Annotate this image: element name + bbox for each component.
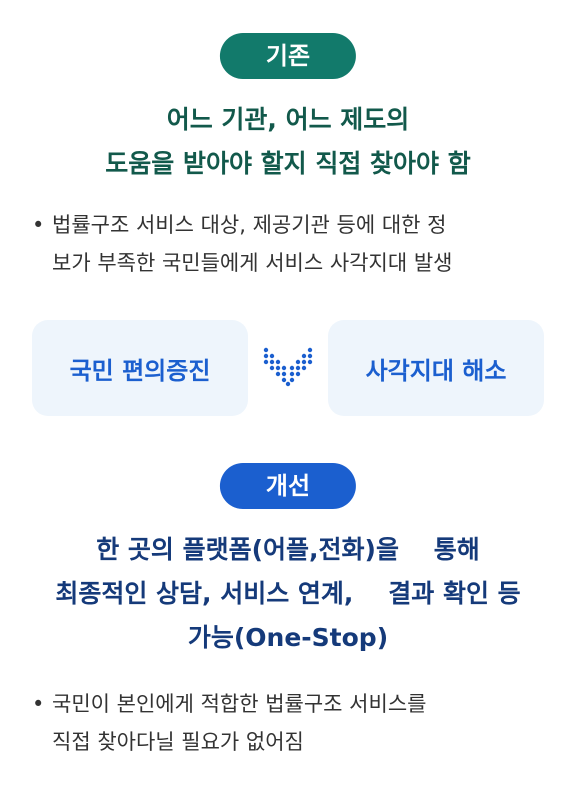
- after-headline: 한 곳의 플랫폼(어플,전화)을 통해 최종적인 상담, 서비스 연계, 결과 …: [0, 528, 576, 660]
- after-bullet-line: 국민이 본인에게 적합한 법률구조 서비스를: [52, 692, 427, 716]
- transition-to-label: 사각지대 해소: [365, 356, 507, 385]
- transition-from-box: 국민 편의증진: [32, 320, 248, 416]
- bullet-dot-icon: •: [32, 213, 45, 237]
- bullet-dot-icon: •: [32, 692, 45, 716]
- after-badge: 개선: [219, 463, 357, 509]
- before-bullet-line: 보가 부족한 국민들에게 서비스 사각지대 발생: [52, 251, 453, 275]
- after-headline-line: 한 곳의 플랫폼(어플,전화)을 통해: [96, 535, 480, 564]
- before-bullet: • 법률구조 서비스 대상, 제공기관 등에 대한 정 보가 부족한 국민들에게…: [32, 206, 542, 282]
- chevron-down-dots-icon: [263, 347, 313, 387]
- before-headline: 어느 기관, 어느 제도의 도움을 받아야 할지 직접 찾아야 함: [0, 98, 576, 186]
- after-bullet: • 국민이 본인에게 적합한 법률구조 서비스를 직접 찾아다닐 필요가 없어짐: [32, 685, 542, 761]
- before-headline-line: 도움을 받아야 할지 직접 찾아야 함: [105, 149, 471, 178]
- transition-to-box: 사각지대 해소: [328, 320, 544, 416]
- before-bullet-line: 법률구조 서비스 대상, 제공기관 등에 대한 정: [52, 213, 447, 237]
- after-headline-line: 가능(One-Stop): [187, 623, 389, 652]
- transition-from-label: 국민 편의증진: [69, 356, 211, 385]
- after-bullet-line: 직접 찾아다닐 필요가 없어짐: [52, 730, 304, 754]
- before-badge: 기존: [219, 33, 357, 79]
- before-headline-line: 어느 기관, 어느 제도의: [166, 105, 410, 134]
- after-headline-line: 최종적인 상담, 서비스 연계, 결과 확인 등: [55, 579, 521, 608]
